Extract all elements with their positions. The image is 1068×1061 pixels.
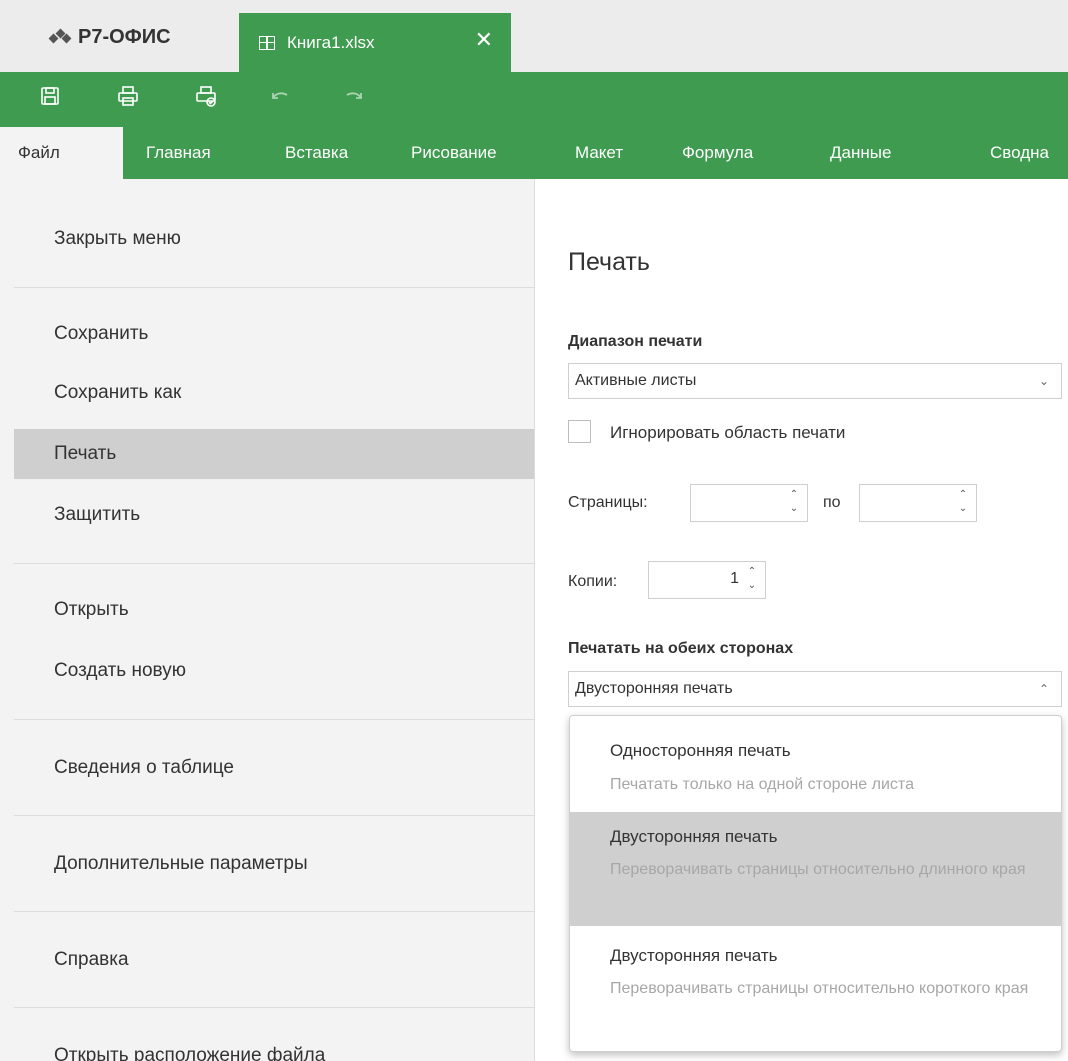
ignore-print-area-checkbox[interactable] xyxy=(568,420,591,443)
help-item[interactable]: Справка xyxy=(14,935,534,985)
spreadsheet-icon xyxy=(259,35,275,50)
pages-from-input[interactable]: ⌃ ⌄ xyxy=(690,484,808,522)
duplex-dropdown: Односторонняя печать Печатать только на … xyxy=(569,715,1062,1052)
document-tab[interactable]: Книга1.xlsx ✕ xyxy=(239,13,511,72)
option-title: Двусторонняя печать xyxy=(610,946,778,965)
page-title: Печать xyxy=(568,248,650,276)
pages-to-input[interactable]: ⌃ ⌄ xyxy=(859,484,977,522)
open-item[interactable]: Открыть xyxy=(14,585,534,635)
tab-home[interactable]: Главная xyxy=(146,127,211,179)
save-item[interactable]: Сохранить xyxy=(14,309,534,359)
option-description: Переворачивать страницы относительно дли… xyxy=(610,861,1026,878)
tab-file[interactable]: Файл xyxy=(0,127,123,179)
menu-divider xyxy=(14,815,534,816)
menu-divider xyxy=(14,719,534,720)
create-new-item[interactable]: Создать новую xyxy=(14,646,534,696)
tab-insert[interactable]: Вставка xyxy=(285,127,348,179)
pages-to-label: по xyxy=(823,494,841,511)
chevron-up-icon: ⌃ xyxy=(1038,682,1049,696)
pages-label: Страницы: xyxy=(568,494,648,511)
app-logo: Р7-ОФИС xyxy=(48,26,171,49)
print-item[interactable]: Печать xyxy=(14,429,534,479)
stepper-arrows-icon[interactable]: ⌃ ⌄ xyxy=(956,488,970,518)
copies-input[interactable]: 1 ⌃ ⌄ xyxy=(648,561,766,599)
option-title: Односторонняя печать xyxy=(610,741,791,760)
app-name: Р7-ОФИС xyxy=(78,26,171,48)
logo-icon xyxy=(48,28,72,47)
print-range-label: Диапазон печати xyxy=(568,333,703,350)
advanced-settings-item[interactable]: Дополнительные параметры xyxy=(14,839,534,889)
menu-divider xyxy=(14,563,534,564)
chevron-down-icon: ⌄ xyxy=(1038,374,1049,388)
duplex-value: Двусторонняя печать xyxy=(575,680,733,697)
print-icon[interactable] xyxy=(116,84,140,108)
title-bar: Р7-ОФИС Книга1.xlsx ✕ xyxy=(0,0,1068,72)
duplex-select[interactable]: Двусторонняя печать ⌃ xyxy=(568,671,1062,707)
document-tab-title: Книга1.xlsx xyxy=(287,32,375,52)
stepper-arrows-icon[interactable]: ⌃ ⌄ xyxy=(745,565,759,595)
copies-value: 1 xyxy=(730,570,739,587)
duplex-label: Печатать на обеих сторонах xyxy=(568,640,794,657)
open-file-location-item[interactable]: Открыть расположение файла xyxy=(14,1031,534,1061)
print-range-value: Активные листы xyxy=(575,372,697,389)
menu-divider xyxy=(14,911,534,912)
save-icon[interactable] xyxy=(38,84,62,108)
protect-item[interactable]: Защитить xyxy=(14,490,534,540)
option-title: Двусторонняя печать xyxy=(610,827,778,846)
quick-print-icon[interactable] xyxy=(194,84,218,108)
save-as-item[interactable]: Сохранить как xyxy=(14,368,534,418)
duplex-option-short-edge[interactable]: Двусторонняя печать Переворачивать стран… xyxy=(570,926,1061,1051)
tab-data[interactable]: Данные xyxy=(830,127,891,179)
duplex-option-long-edge[interactable]: Двусторонняя печать Переворачивать стран… xyxy=(570,812,1061,926)
quick-access-toolbar xyxy=(0,72,1068,127)
close-menu-item[interactable]: Закрыть меню xyxy=(14,214,534,264)
close-tab-icon[interactable]: ✕ xyxy=(475,29,493,51)
copies-label: Копии: xyxy=(568,573,618,590)
tab-draw[interactable]: Рисование xyxy=(411,127,497,179)
ignore-print-area-label: Игнорировать область печати xyxy=(610,423,846,442)
redo-icon[interactable] xyxy=(342,84,366,108)
undo-icon[interactable] xyxy=(268,84,292,108)
duplex-option-simplex[interactable]: Односторонняя печать Печатать только на … xyxy=(570,716,1061,812)
menu-divider xyxy=(14,287,534,288)
tab-pivot[interactable]: Сводна xyxy=(990,127,1049,179)
option-description: Переворачивать страницы относительно кор… xyxy=(610,980,1029,997)
option-description: Печатать только на одной стороне листа xyxy=(610,776,914,793)
ribbon-tabs: Файл Главная Вставка Рисование Макет Фор… xyxy=(0,127,1068,179)
tab-layout[interactable]: Макет xyxy=(575,127,623,179)
tab-formula[interactable]: Формула xyxy=(682,127,753,179)
stepper-arrows-icon[interactable]: ⌃ ⌄ xyxy=(787,488,801,518)
spreadsheet-info-item[interactable]: Сведения о таблице xyxy=(14,743,534,793)
menu-divider xyxy=(14,1007,534,1008)
print-range-select[interactable]: Активные листы ⌄ xyxy=(568,363,1062,399)
